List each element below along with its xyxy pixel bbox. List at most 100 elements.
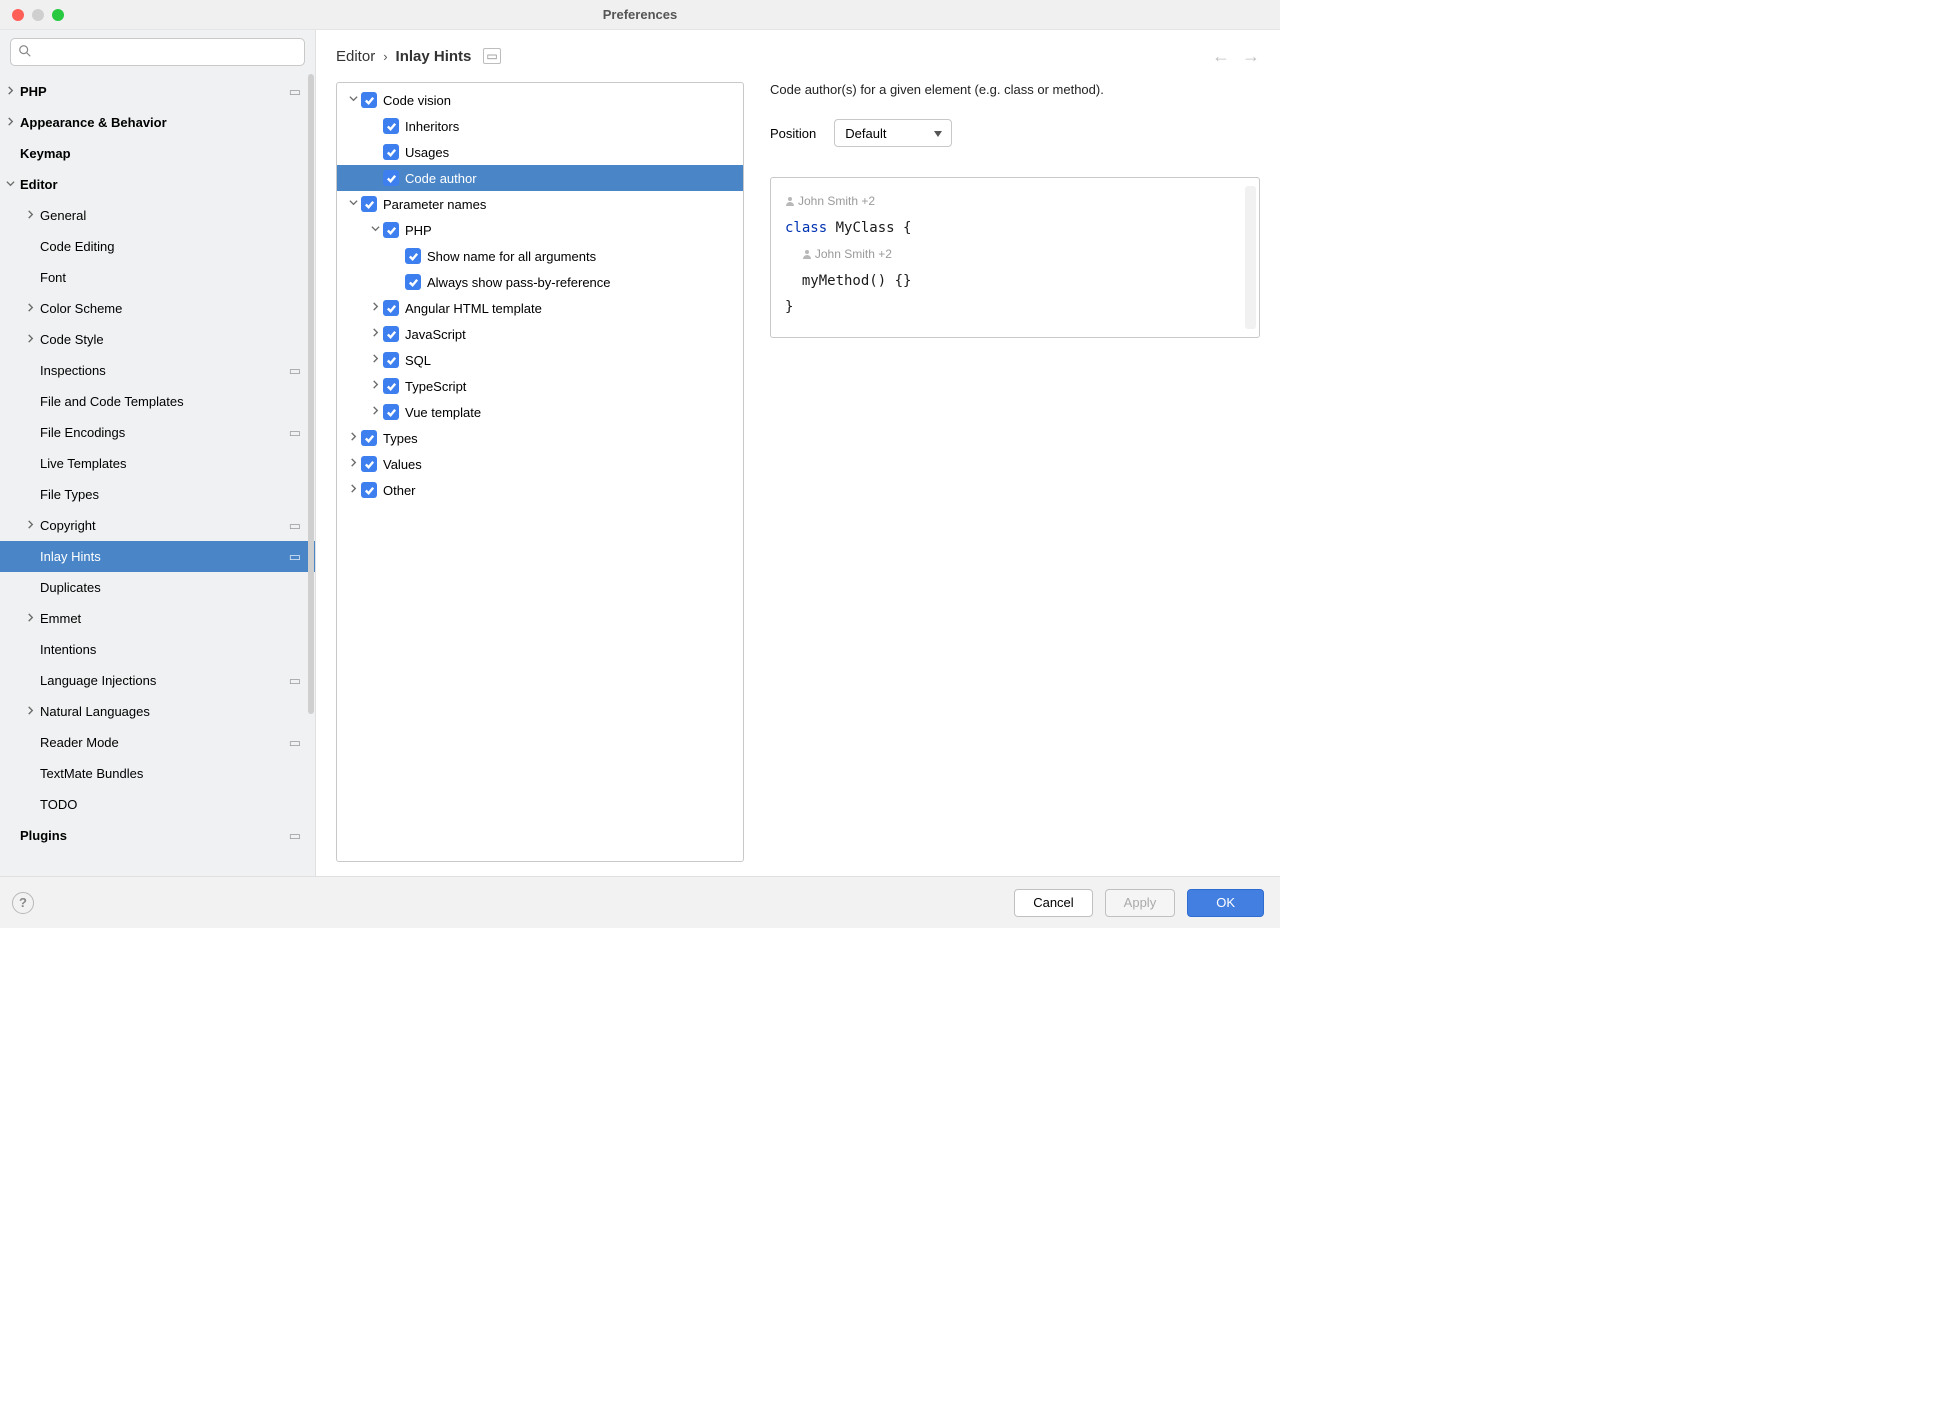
- checkbox[interactable]: [383, 352, 399, 368]
- sidebar-item[interactable]: Emmet: [0, 603, 315, 634]
- tree-row[interactable]: Always show pass-by-reference: [337, 269, 743, 295]
- sidebar-item[interactable]: Language Injections▭: [0, 665, 315, 696]
- code-preview: John Smith +2 class MyClass { John Smith…: [770, 177, 1260, 338]
- tree-row[interactable]: Code author: [337, 165, 743, 191]
- tree-row[interactable]: Other: [337, 477, 743, 503]
- expand-toggle-icon[interactable]: [367, 380, 383, 392]
- expand-toggle-icon[interactable]: [22, 613, 38, 625]
- tree-row[interactable]: Types: [337, 425, 743, 451]
- checkbox[interactable]: [361, 196, 377, 212]
- checkbox[interactable]: [383, 222, 399, 238]
- sidebar-item[interactable]: Code Editing: [0, 231, 315, 262]
- sidebar-item[interactable]: Inlay Hints▭: [0, 541, 315, 572]
- checkbox[interactable]: [383, 118, 399, 134]
- tree-row[interactable]: Parameter names: [337, 191, 743, 217]
- checkbox[interactable]: [361, 430, 377, 446]
- sidebar-item[interactable]: Code Style: [0, 324, 315, 355]
- tree-row[interactable]: JavaScript: [337, 321, 743, 347]
- expand-toggle-icon[interactable]: [367, 224, 383, 236]
- sidebar-item[interactable]: Duplicates: [0, 572, 315, 603]
- expand-toggle-icon[interactable]: [345, 484, 361, 496]
- tree-row[interactable]: Show name for all arguments: [337, 243, 743, 269]
- sidebar-item[interactable]: Color Scheme: [0, 293, 315, 324]
- tree-row[interactable]: Values: [337, 451, 743, 477]
- sidebar-scrollbar[interactable]: [308, 74, 314, 714]
- sidebar-item[interactable]: TODO: [0, 789, 315, 820]
- sidebar-item-label: Emmet: [38, 611, 303, 626]
- forward-button[interactable]: →: [1242, 46, 1260, 67]
- back-button[interactable]: ←: [1212, 46, 1230, 67]
- sidebar-item[interactable]: General: [0, 200, 315, 231]
- expand-toggle-icon[interactable]: [22, 210, 38, 222]
- expand-toggle-icon[interactable]: [22, 520, 38, 532]
- sidebar-item[interactable]: Font: [0, 262, 315, 293]
- expand-toggle-icon[interactable]: [345, 432, 361, 444]
- maximize-window-icon[interactable]: [52, 9, 64, 21]
- expand-toggle-icon[interactable]: [345, 458, 361, 470]
- expand-toggle-icon[interactable]: [367, 406, 383, 418]
- tree-row[interactable]: Inheritors: [337, 113, 743, 139]
- expand-toggle-icon[interactable]: [367, 354, 383, 366]
- sidebar-item-label: Editor: [18, 177, 303, 192]
- tree-row[interactable]: Usages: [337, 139, 743, 165]
- checkbox[interactable]: [405, 274, 421, 290]
- sidebar-item-label: General: [38, 208, 303, 223]
- expand-toggle-icon[interactable]: [22, 303, 38, 315]
- code-author-hint: John Smith +2: [798, 194, 875, 208]
- preview-scrollbar[interactable]: [1245, 186, 1256, 329]
- search-input[interactable]: [10, 38, 305, 66]
- tree-row-label: Code vision: [383, 93, 735, 108]
- checkbox[interactable]: [383, 170, 399, 186]
- tree-row[interactable]: Code vision: [337, 87, 743, 113]
- ok-button[interactable]: OK: [1187, 889, 1264, 917]
- checkbox[interactable]: [361, 92, 377, 108]
- close-window-icon[interactable]: [12, 9, 24, 21]
- tree-row[interactable]: PHP: [337, 217, 743, 243]
- tree-row[interactable]: Angular HTML template: [337, 295, 743, 321]
- checkbox[interactable]: [361, 456, 377, 472]
- sidebar-item[interactable]: Copyright▭: [0, 510, 315, 541]
- sidebar-item[interactable]: Intentions: [0, 634, 315, 665]
- sidebar-item[interactable]: File Encodings▭: [0, 417, 315, 448]
- sidebar-item[interactable]: Reader Mode▭: [0, 727, 315, 758]
- minimize-window-icon[interactable]: [32, 9, 44, 21]
- checkbox[interactable]: [383, 378, 399, 394]
- sidebar-item[interactable]: Natural Languages: [0, 696, 315, 727]
- checkbox[interactable]: [383, 326, 399, 342]
- expand-toggle-icon[interactable]: [2, 86, 18, 98]
- sidebar-item-label: Natural Languages: [38, 704, 303, 719]
- tree-row[interactable]: Vue template: [337, 399, 743, 425]
- help-button[interactable]: ?: [12, 892, 34, 914]
- checkbox[interactable]: [383, 404, 399, 420]
- checkbox[interactable]: [383, 144, 399, 160]
- settings-scope-icon[interactable]: ▭: [483, 48, 500, 64]
- apply-button[interactable]: Apply: [1105, 889, 1176, 917]
- sidebar-item[interactable]: Appearance & Behavior: [0, 107, 315, 138]
- tree-row[interactable]: SQL: [337, 347, 743, 373]
- tree-row[interactable]: TypeScript: [337, 373, 743, 399]
- sidebar-item[interactable]: PHP▭: [0, 76, 315, 107]
- sidebar-item[interactable]: File Types: [0, 479, 315, 510]
- expand-toggle-icon[interactable]: [2, 117, 18, 129]
- cancel-button[interactable]: Cancel: [1014, 889, 1092, 917]
- sidebar-item[interactable]: Plugins▭: [0, 820, 315, 851]
- checkbox[interactable]: [383, 300, 399, 316]
- expand-toggle-icon[interactable]: [345, 94, 361, 106]
- position-select[interactable]: Default: [834, 119, 952, 147]
- expand-toggle-icon[interactable]: [22, 706, 38, 718]
- sidebar-item[interactable]: Keymap: [0, 138, 315, 169]
- sidebar-item[interactable]: Live Templates: [0, 448, 315, 479]
- expand-toggle-icon[interactable]: [367, 302, 383, 314]
- sidebar-item[interactable]: TextMate Bundles: [0, 758, 315, 789]
- expand-toggle-icon[interactable]: [22, 334, 38, 346]
- expand-toggle-icon[interactable]: [2, 179, 18, 191]
- sidebar-item[interactable]: Editor: [0, 169, 315, 200]
- breadcrumb-parent[interactable]: Editor: [336, 48, 375, 65]
- checkbox[interactable]: [405, 248, 421, 264]
- code-author-hint: John Smith +2: [815, 247, 892, 261]
- sidebar-item[interactable]: File and Code Templates: [0, 386, 315, 417]
- expand-toggle-icon[interactable]: [367, 328, 383, 340]
- sidebar-item[interactable]: Inspections▭: [0, 355, 315, 386]
- checkbox[interactable]: [361, 482, 377, 498]
- expand-toggle-icon[interactable]: [345, 198, 361, 210]
